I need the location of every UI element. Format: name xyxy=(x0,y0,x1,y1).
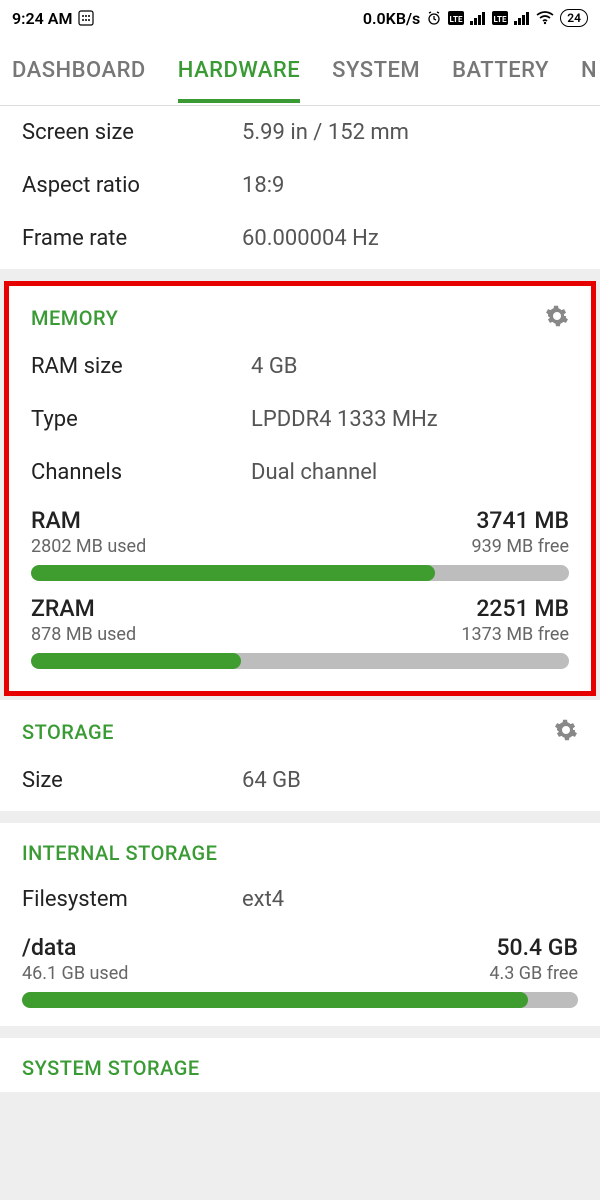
label: Aspect ratio xyxy=(22,173,242,198)
status-bar: 9:24 AM 0.0KB/s LTE LTE 24 xyxy=(0,0,600,36)
gear-icon[interactable] xyxy=(545,304,569,332)
usage-free: 939 MB free xyxy=(472,536,570,557)
usage-name: /data xyxy=(22,934,76,961)
value: 5.99 in / 152 mm xyxy=(242,120,578,145)
system-storage-title: SYSTEM STORAGE xyxy=(22,1056,200,1080)
tab-hardware[interactable]: HARDWARE xyxy=(178,38,300,103)
tab-system[interactable]: SYSTEM xyxy=(332,38,420,103)
signal-icon-2 xyxy=(514,11,530,25)
internal-title: INTERNAL STORAGE xyxy=(22,841,217,865)
memory-title: MEMORY xyxy=(31,306,118,330)
usage-total: 2251 MB xyxy=(476,595,569,622)
usage-total: 50.4 GB xyxy=(496,934,578,961)
row-channels[interactable]: Channels Dual channel xyxy=(9,446,591,499)
svg-text:LTE: LTE xyxy=(450,15,463,24)
progress-bar xyxy=(31,653,569,669)
usage-used: 46.1 GB used xyxy=(22,963,128,984)
usage-used: 878 MB used xyxy=(31,624,136,645)
gear-icon[interactable] xyxy=(554,718,578,746)
progress-bar xyxy=(22,992,578,1008)
value: LPDDR4 1333 MHz xyxy=(251,407,569,432)
memory-section: MEMORY RAM size 4 GB Type LPDDR4 1333 MH… xyxy=(4,281,596,696)
progress-bar xyxy=(31,565,569,581)
system-storage-section: SYSTEM STORAGE xyxy=(0,1038,600,1092)
storage-title: STORAGE xyxy=(22,720,114,744)
label: Filesystem xyxy=(22,887,242,912)
calendar-icon xyxy=(78,10,94,26)
value: ext4 xyxy=(242,887,578,912)
label: Channels xyxy=(31,460,251,485)
usage-used: 2802 MB used xyxy=(31,536,146,557)
battery-icon: 24 xyxy=(560,9,588,27)
tab-dashboard[interactable]: DASHBOARD xyxy=(12,38,146,103)
label: Type xyxy=(31,407,251,432)
row-storage-size[interactable]: Size 64 GB xyxy=(0,754,600,807)
usage-free: 1373 MB free xyxy=(461,624,569,645)
tab-bar: DASHBOARD HARDWARE SYSTEM BATTERY N xyxy=(0,36,600,106)
label: Frame rate xyxy=(22,226,242,251)
row-aspect-ratio[interactable]: Aspect ratio 18:9 xyxy=(0,159,600,212)
value: 60.000004 Hz xyxy=(242,226,578,251)
volte-icon-2: LTE xyxy=(492,11,508,25)
usage-name: ZRAM xyxy=(31,595,95,622)
status-time: 9:24 AM xyxy=(12,9,72,28)
data-partition-usage[interactable]: /data 50.4 GB 46.1 GB used 4.3 GB free xyxy=(0,926,600,1022)
label: Screen size xyxy=(22,120,242,145)
ram-usage[interactable]: RAM 3741 MB 2802 MB used 939 MB free xyxy=(9,499,591,587)
progress-fill xyxy=(31,565,435,581)
usage-total: 3741 MB xyxy=(476,507,569,534)
row-filesystem[interactable]: Filesystem ext4 xyxy=(0,873,600,926)
wifi-icon xyxy=(536,11,554,25)
volte-icon: LTE xyxy=(448,11,464,25)
row-ram-size[interactable]: RAM size 4 GB xyxy=(9,340,591,393)
usage-free: 4.3 GB free xyxy=(489,963,578,984)
row-frame-rate[interactable]: Frame rate 60.000004 Hz xyxy=(0,212,600,265)
progress-fill xyxy=(22,992,528,1008)
label: RAM size xyxy=(31,354,251,379)
tab-battery[interactable]: BATTERY xyxy=(452,38,549,103)
alarm-icon xyxy=(426,10,442,26)
progress-fill xyxy=(31,653,241,669)
value: 4 GB xyxy=(251,354,569,379)
row-memory-type[interactable]: Type LPDDR4 1333 MHz xyxy=(9,393,591,446)
signal-icon xyxy=(470,11,486,25)
usage-name: RAM xyxy=(31,507,81,534)
storage-section: STORAGE Size 64 GB xyxy=(0,700,600,811)
value: 18:9 xyxy=(242,173,578,198)
zram-usage[interactable]: ZRAM 2251 MB 878 MB used 1373 MB free xyxy=(9,587,591,687)
label: Size xyxy=(22,768,242,793)
value: Dual channel xyxy=(251,460,569,485)
value: 64 GB xyxy=(242,768,578,793)
network-speed: 0.0KB/s xyxy=(363,9,420,28)
row-screen-size[interactable]: Screen size 5.99 in / 152 mm xyxy=(0,106,600,159)
internal-storage-section: INTERNAL STORAGE Filesystem ext4 /data 5… xyxy=(0,823,600,1026)
display-section: Screen size 5.99 in / 152 mm Aspect rati… xyxy=(0,106,600,269)
svg-text:LTE: LTE xyxy=(494,15,507,24)
tab-next[interactable]: N xyxy=(581,38,597,103)
